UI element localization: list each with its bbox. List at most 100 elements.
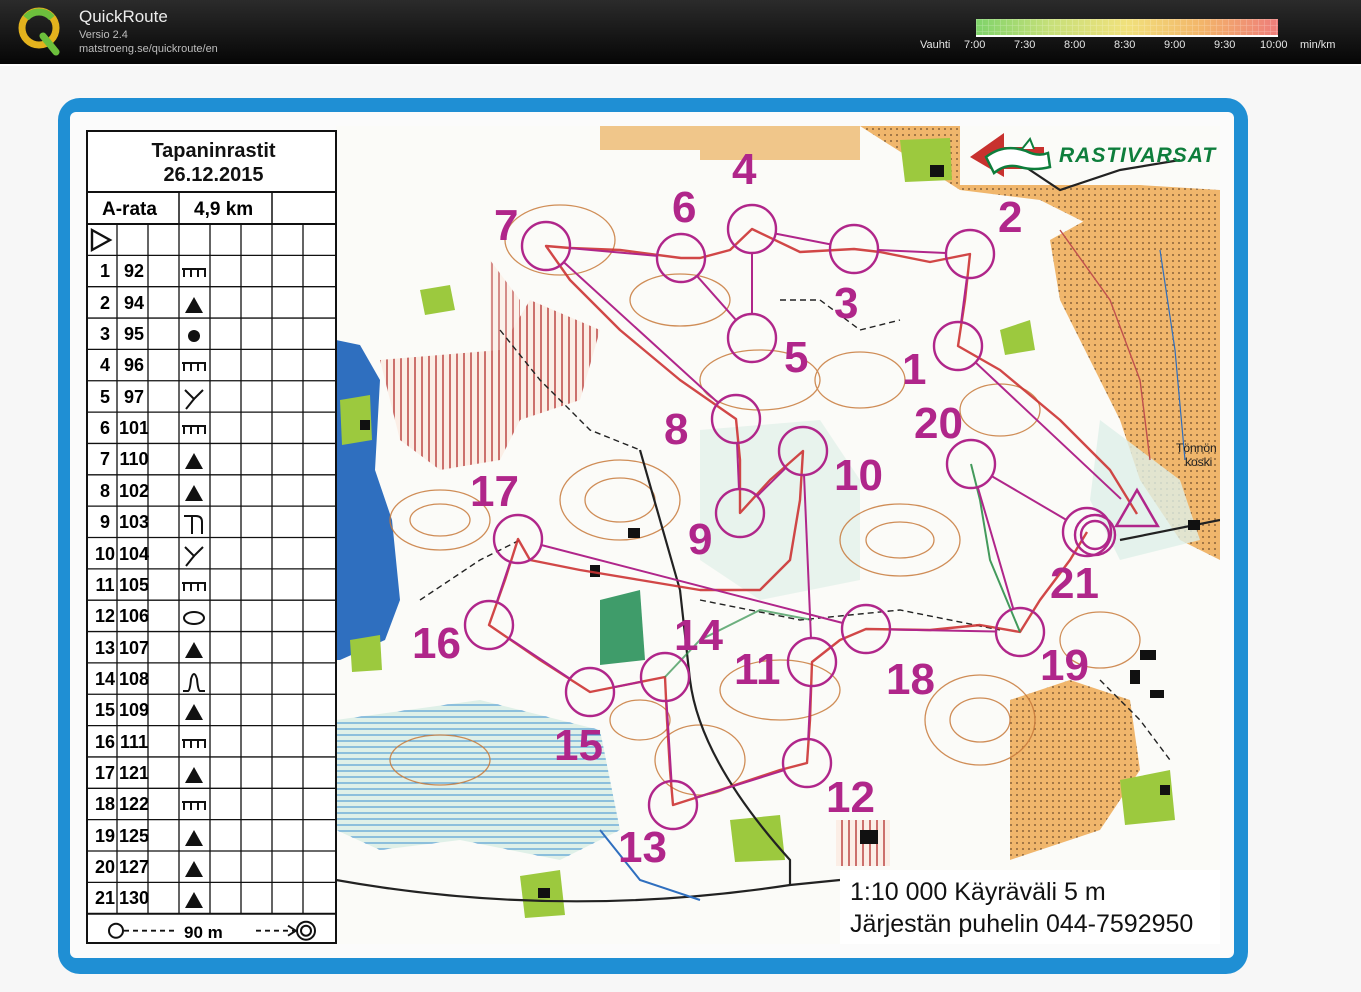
- control-number-label: 12: [826, 773, 875, 822]
- ditch-icon: [182, 581, 206, 591]
- junction-icon: [184, 545, 204, 567]
- control-sequence-number: 14: [94, 668, 116, 689]
- orienteering-map[interactable]: 123456789101112131415161718 192021: [336, 126, 1220, 944]
- course-length: 4,9 km: [194, 199, 254, 220]
- control-sequence-number: 11: [95, 574, 115, 595]
- event-date: 26.12.2015: [163, 164, 264, 186]
- control-sequence-number: 6: [99, 418, 110, 439]
- control-sequence-number: 20: [94, 857, 116, 877]
- control-code: 102: [118, 480, 150, 501]
- start-triangle-icon: [90, 227, 113, 253]
- speed-unit: min/km: [1300, 39, 1336, 51]
- control-number-label: 2: [998, 193, 1022, 242]
- ditch-icon: [182, 425, 206, 435]
- control-code: 122: [118, 794, 150, 815]
- control-code: 105: [118, 574, 150, 595]
- speed-tick: 7:30: [1014, 39, 1036, 51]
- control-code: 110: [119, 449, 149, 470]
- control-code: 96: [123, 355, 145, 376]
- ditch-icon: [182, 362, 206, 372]
- speed-tick: 8:00: [1064, 39, 1086, 51]
- control-code: 108: [118, 668, 150, 689]
- control-sequence-number: 19: [94, 825, 116, 846]
- control-sequence-number: 2: [99, 292, 110, 313]
- app-url[interactable]: matstroeng.se/quickroute/en: [79, 43, 218, 55]
- control-code: 125: [118, 825, 150, 846]
- control-number-label: 4: [732, 145, 757, 194]
- control-number-label: 5: [784, 333, 808, 382]
- rastivarsat-horse-logo-icon: [970, 133, 1052, 177]
- triangle-icon: [185, 484, 203, 501]
- control-number-label: 18: [886, 655, 935, 704]
- control-number-label: 8: [664, 405, 688, 454]
- ditch-icon: [182, 738, 206, 748]
- control-sequence-number: 17: [94, 762, 116, 783]
- control-code: 101: [118, 418, 150, 439]
- triangle-icon: [185, 453, 203, 470]
- junction-icon: [184, 389, 204, 410]
- control-code: 109: [118, 700, 150, 721]
- finish-distance: 90 m: [184, 923, 223, 942]
- control-number-label: 13: [618, 823, 667, 872]
- speed-tick: 8:30: [1114, 39, 1136, 51]
- app-name: QuickRoute: [79, 7, 168, 26]
- ditch-icon: [182, 268, 206, 278]
- control-sequence-number: 21: [94, 888, 116, 909]
- control-sequence-number: 18: [94, 794, 116, 815]
- speed-tick: 9:00: [1164, 39, 1186, 51]
- app-version: Versio 2.4: [79, 29, 128, 41]
- triangle-icon: [185, 641, 203, 658]
- control-sequence-number: 10: [94, 543, 116, 564]
- speed-label: Vauhti: [920, 39, 951, 51]
- control-sequence-number: 7: [99, 449, 110, 470]
- control-number-label: 7: [494, 201, 518, 250]
- control-code: 130: [118, 888, 150, 909]
- clue-grid: [86, 191, 337, 941]
- control-code: 121: [118, 762, 150, 783]
- control-code: 103: [118, 512, 150, 533]
- dot-icon: [188, 330, 200, 343]
- triangle-icon: [185, 766, 203, 783]
- control-code: 127: [118, 857, 150, 877]
- place-label-line2: koski: [1185, 455, 1213, 469]
- control-number-label: 15: [554, 721, 603, 770]
- control-code: 107: [118, 637, 150, 658]
- speed-tick: 9:30: [1214, 39, 1236, 51]
- map-scale-text: 1:10 000 Käyräväli 5 m: [850, 878, 1106, 906]
- control-number-label: 3: [834, 279, 858, 328]
- speed-tick: 10:00: [1260, 39, 1288, 51]
- control-sequence-number: 5: [99, 386, 110, 407]
- control-description-sheet: Tapaninrastit 26.12.2015 A-rata 4,9 km 1…: [86, 130, 337, 944]
- control-code: 111: [119, 731, 149, 752]
- control-number-label: 1: [902, 345, 926, 394]
- triangle-icon: [185, 704, 203, 721]
- control-number-label: 10: [834, 451, 883, 500]
- control-sequence-number: 13: [94, 637, 116, 658]
- control-sequence-number: 8: [99, 480, 110, 501]
- control-number-label: 16: [412, 619, 461, 668]
- control-number-label: 14: [674, 611, 723, 660]
- control-sequence-number: 16: [94, 731, 116, 752]
- ellipse-icon: [183, 611, 205, 626]
- control-sequence-number: 15: [94, 700, 116, 721]
- control-sequence-number: 1: [99, 261, 110, 282]
- control-code: 97: [123, 386, 145, 407]
- control-sequence-number: 4: [99, 355, 110, 376]
- event-name: Tapaninrastit: [151, 140, 276, 162]
- control-sequence-number: 9: [99, 512, 110, 533]
- ditch-icon: [182, 801, 206, 811]
- control-code: 95: [123, 324, 145, 345]
- control-number-label: 11: [734, 645, 781, 694]
- course-name: A-rata: [102, 199, 157, 220]
- triangle-icon: [185, 829, 203, 846]
- bend-icon: [184, 515, 203, 535]
- control-code: 94: [123, 292, 145, 313]
- control-code: 92: [123, 261, 145, 282]
- place-label-line1: Tönnön: [1176, 441, 1217, 455]
- control-sequence-number: 12: [94, 606, 116, 627]
- control-number-label: 20: [914, 399, 963, 448]
- brand-name: RASTIVARSAT: [1059, 144, 1217, 167]
- quickroute-logo-icon: [18, 7, 60, 56]
- organizer-phone-text: Järjestän puhelin 044-7592950: [850, 910, 1194, 938]
- control-number-label: 17: [470, 467, 519, 516]
